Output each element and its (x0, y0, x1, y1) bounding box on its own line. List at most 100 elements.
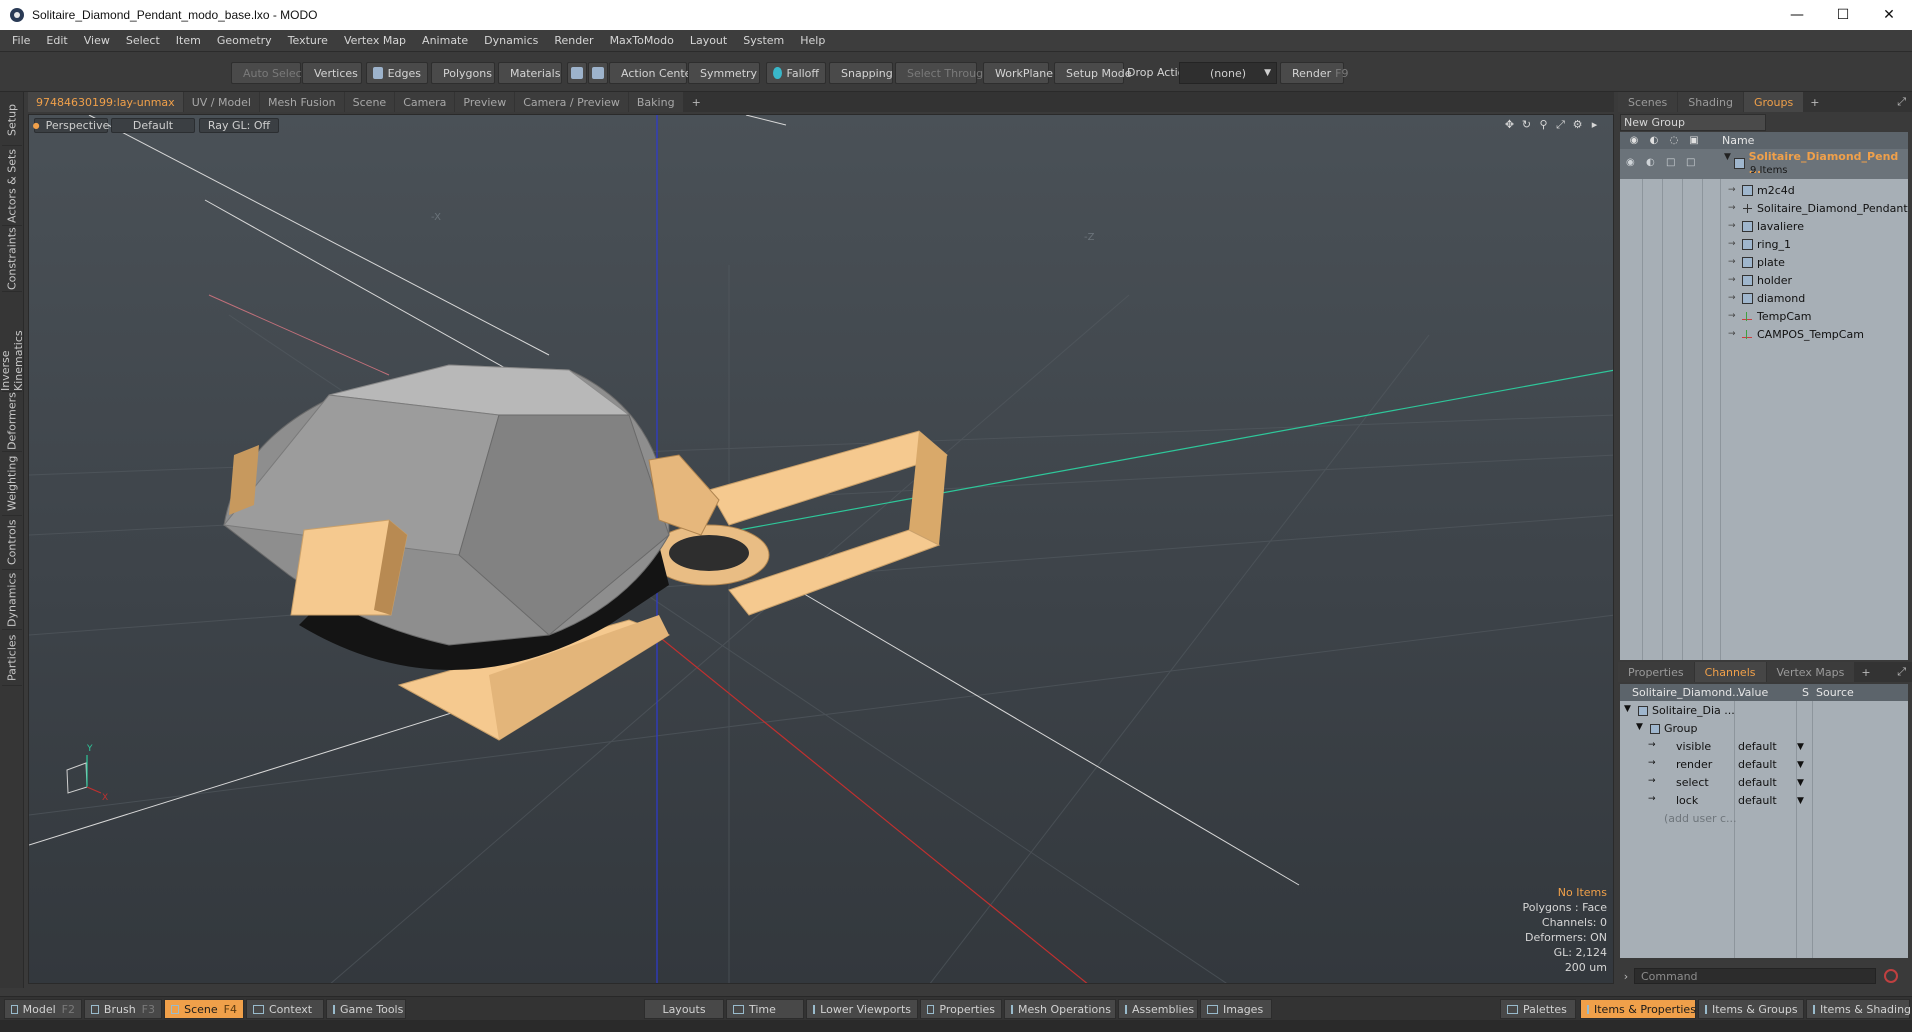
select-toggle-icon[interactable]: ◌ (1664, 135, 1684, 146)
snapping-button[interactable]: Snapping (829, 62, 893, 84)
add-user-channel-row[interactable]: (add user c... (1620, 810, 1908, 828)
viewport-settings-icon[interactable]: ⚙ (1569, 118, 1586, 132)
assemblies-button[interactable]: Assemblies (1118, 999, 1198, 1019)
chevron-down-icon[interactable]: ▼ (1797, 778, 1804, 788)
group-item-row[interactable]: → TempCam (1620, 307, 1908, 325)
tab-vertex-maps[interactable]: Vertex Maps (1766, 662, 1855, 682)
new-group-button[interactable]: New Group (1620, 114, 1766, 131)
context-layout-button[interactable]: Context (246, 999, 324, 1019)
panel-expand-icon[interactable]: ⤢ (1897, 95, 1906, 109)
left-tab-actors-sets[interactable]: Actors & Sets (2, 146, 22, 226)
group-item-row[interactable]: → m2c4d (1620, 181, 1908, 199)
lower-viewports-button[interactable]: Lower Viewports (806, 999, 918, 1019)
menu-item[interactable]: Item (168, 34, 209, 47)
menu-layout[interactable]: Layout (682, 34, 735, 47)
properties-button[interactable]: Properties (920, 999, 1002, 1019)
render-button[interactable]: Render F9 (1280, 62, 1349, 84)
menu-geometry[interactable]: Geometry (209, 34, 280, 47)
minimize-button[interactable]: — (1774, 0, 1820, 30)
pan-icon[interactable]: ✥ (1501, 118, 1518, 132)
items-properties-button[interactable]: Items & Properties (1580, 999, 1696, 1019)
menu-animate[interactable]: Animate (414, 34, 476, 47)
vertices-button[interactable]: Vertices (302, 62, 362, 84)
left-tab-deformers[interactable]: Deformers (2, 392, 22, 452)
command-input[interactable]: Command (1634, 968, 1876, 984)
viewport-tab-7[interactable]: Baking (628, 92, 683, 112)
tab-groups[interactable]: Groups (1743, 92, 1804, 112)
record-macro-icon[interactable] (1884, 969, 1898, 983)
left-tab-dynamics[interactable]: Dynamics (2, 570, 22, 630)
render-toggle-icon[interactable]: ◐ (1644, 135, 1664, 146)
brush-layout-button[interactable]: Brush F3 (84, 999, 162, 1019)
channel-value-dropdown[interactable]: default (1738, 776, 1777, 789)
visibility-eye-icon[interactable]: ◉ (1624, 135, 1644, 146)
group-item-row[interactable]: → holder (1620, 271, 1908, 289)
expand-arrow-icon[interactable]: ▼ (1724, 152, 1731, 162)
chevron-down-icon[interactable]: ▼ (1797, 742, 1804, 752)
left-tab-particles[interactable]: Particles (2, 630, 22, 686)
close-button[interactable]: ✕ (1866, 0, 1912, 30)
menu-vertex-map[interactable]: Vertex Map (336, 34, 414, 47)
group-item-row[interactable]: → plate (1620, 253, 1908, 271)
zoom-icon[interactable]: ⚲ (1535, 118, 1552, 132)
3d-viewport[interactable]: -X -Z Y X ● Perspective Default Ray GL: O… (28, 114, 1614, 984)
maximize-button[interactable]: ☐ (1820, 0, 1866, 30)
root-select-icon[interactable]: □ (1666, 157, 1675, 168)
channels-root-row[interactable]: ▼ Solitaire_Dia ... (1620, 702, 1908, 720)
time-button[interactable]: Time (726, 999, 804, 1019)
menu-view[interactable]: View (76, 34, 118, 47)
model-layout-button[interactable]: Model F2 (4, 999, 82, 1019)
channel-value-dropdown[interactable]: default (1738, 794, 1777, 807)
group-item-row[interactable]: → ring_1 (1620, 235, 1908, 253)
menu-maxtomodo[interactable]: MaxToModo (602, 34, 682, 47)
left-tab-setup[interactable]: Setup (2, 94, 22, 146)
images-button[interactable]: Images (1200, 999, 1272, 1019)
menu-texture[interactable]: Texture (280, 34, 336, 47)
menu-dynamics[interactable]: Dynamics (476, 34, 546, 47)
viewport-tab-0[interactable]: 97484630199:lay-unmax (28, 92, 183, 112)
viewport-tab-1[interactable]: UV / Model (183, 92, 259, 112)
expand-arrow-icon[interactable]: ▼ (1636, 722, 1643, 732)
items-groups-button[interactable]: Items & Groups (1698, 999, 1804, 1019)
falloff-button[interactable]: Falloff (766, 62, 826, 84)
auto-select-button[interactable]: Auto Select (231, 62, 306, 84)
setup-mode-button[interactable]: Setup Mode (1054, 62, 1131, 84)
channel-row-select[interactable]: → select default ▼ (1620, 774, 1908, 792)
materials-button[interactable]: Materials (498, 62, 562, 84)
group-item-row[interactable]: → Solitaire_Diamond_Pendant (1620, 199, 1908, 217)
left-tab-inverse-kinematics[interactable]: Inverse Kinematics (0, 292, 25, 392)
chevron-down-icon[interactable]: ▼ (1797, 796, 1804, 806)
edges-button[interactable]: Edges (366, 62, 428, 84)
group-item-row[interactable]: → lavaliere (1620, 217, 1908, 235)
menu-edit[interactable]: Edit (38, 34, 75, 47)
tab-channels[interactable]: Channels (1694, 662, 1766, 682)
viewport-tab-4[interactable]: Camera (395, 92, 455, 112)
viewport-tab-6[interactable]: Camera / Preview (515, 92, 628, 112)
channel-row-lock[interactable]: → lock default ▼ (1620, 792, 1908, 810)
expand-arrow-icon[interactable]: ▼ (1624, 704, 1631, 714)
left-tab-weighting[interactable]: Weighting (2, 452, 22, 516)
channel-value-dropdown[interactable]: default (1738, 740, 1777, 753)
symmetry-button[interactable]: Symmetry (688, 62, 760, 84)
viewport-tab-3[interactable]: Scene (344, 92, 395, 112)
left-tab-constraints[interactable]: Constraints (2, 226, 22, 292)
drop-action-select[interactable]: (none) ▼ (1179, 62, 1277, 84)
menu-help[interactable]: Help (792, 34, 833, 47)
viewport-menu-icon[interactable]: ▸ (1586, 118, 1603, 132)
root-visibility-icon[interactable]: ◉ (1626, 157, 1635, 168)
panel-expand-icon[interactable]: ⤢ (1897, 665, 1906, 679)
rotate-icon[interactable]: ↻ (1518, 118, 1535, 132)
group-item-row[interactable]: → diamond (1620, 289, 1908, 307)
viewport-tab-5[interactable]: Preview (455, 92, 515, 112)
channels-group-row[interactable]: ▼ Group (1620, 720, 1908, 738)
tab-scenes[interactable]: Scenes (1618, 92, 1678, 112)
palettes-button[interactable]: Palettes (1500, 999, 1576, 1019)
group-root-row[interactable]: ◉ ◐ □ □ ▼ Solitaire_Diamond_Pend ... 9 I… (1620, 149, 1908, 179)
tab-properties[interactable]: Properties (1618, 662, 1694, 682)
add-tab-icon[interactable]: + (684, 96, 709, 109)
shading-dropdown[interactable]: Default (111, 118, 195, 133)
root-lock-icon[interactable]: □ (1686, 157, 1695, 168)
root-render-icon[interactable]: ◐ (1646, 157, 1655, 168)
polygons-button[interactable]: Polygons (431, 62, 495, 84)
tab-shading[interactable]: Shading (1678, 92, 1743, 112)
